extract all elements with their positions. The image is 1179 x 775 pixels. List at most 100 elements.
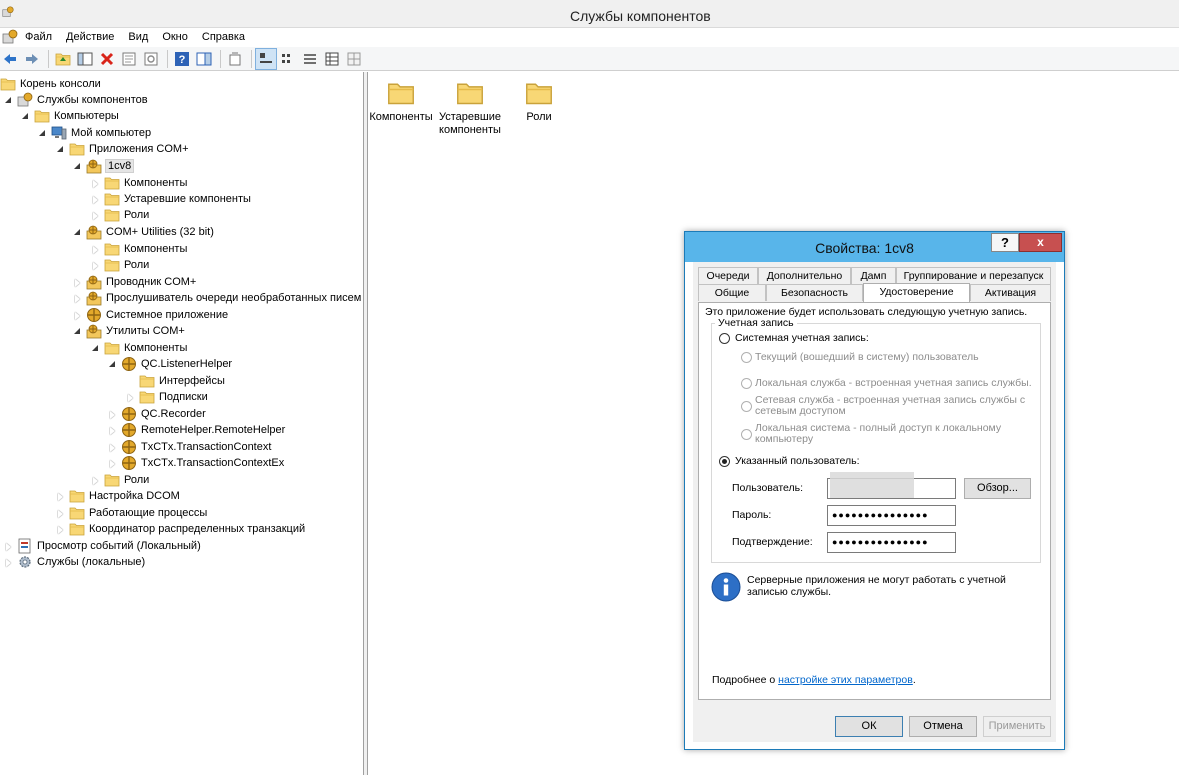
tab-advanced[interactable]: Дополнительно [758, 267, 851, 284]
menu-window[interactable]: Окно [155, 28, 195, 46]
tab-queuing[interactable]: Очереди [698, 267, 758, 284]
pane-splitter[interactable] [364, 72, 368, 775]
collapse-arrow-icon[interactable] [56, 509, 65, 518]
collapse-arrow-icon[interactable] [108, 459, 117, 468]
tree-node-com-explorer[interactable]: Проводник COM+ [73, 274, 196, 290]
collapse-arrow-icon[interactable] [126, 393, 135, 402]
expand-arrow-icon[interactable] [21, 112, 30, 121]
collapse-arrow-icon[interactable] [91, 245, 100, 254]
confirm-password-field[interactable]: ●●●●●●●●●●●●●●● [827, 532, 956, 553]
collapse-arrow-icon[interactable] [56, 492, 65, 501]
tree-node-computers[interactable]: Компьютеры [21, 108, 119, 124]
network-service-radio[interactable] [741, 401, 752, 412]
large-icons-view-icon[interactable] [255, 47, 277, 70]
close-button[interactable]: x [1019, 233, 1062, 252]
tree-node-qc-listenerhelper[interactable]: QC.ListenerHelper [108, 356, 232, 372]
properties-icon[interactable] [119, 49, 139, 69]
password-field[interactable]: ●●●●●●●●●●●●●●● [827, 505, 956, 526]
tile-view-icon[interactable] [344, 49, 364, 69]
tab-security[interactable]: Безопасность [766, 284, 863, 301]
collapse-arrow-icon[interactable] [91, 179, 100, 188]
menu-help[interactable]: Справка [195, 28, 252, 46]
expand-arrow-icon[interactable] [73, 162, 82, 171]
collapse-arrow-icon[interactable] [56, 525, 65, 534]
expand-arrow-icon[interactable] [56, 145, 65, 154]
collapse-arrow-icon[interactable] [108, 443, 117, 452]
tree-node-dcom-config[interactable]: Настройка DCOM [56, 488, 180, 504]
collapse-arrow-icon[interactable] [91, 211, 100, 220]
tree-node-1cv8[interactable]: 1cv8 [73, 158, 135, 174]
tree-node-components[interactable]: Компоненты [91, 175, 187, 191]
small-icons-view-icon[interactable] [278, 49, 298, 69]
expand-arrow-icon[interactable] [108, 360, 117, 369]
show-hide-tree-icon[interactable] [75, 49, 95, 69]
help-icon[interactable]: ? [172, 49, 192, 69]
refresh-icon[interactable] [141, 49, 161, 69]
local-service-radio[interactable] [741, 378, 752, 389]
help-button[interactable]: ? [991, 233, 1019, 252]
expand-arrow-icon[interactable] [73, 228, 82, 237]
browse-button[interactable]: Обзор... [964, 478, 1031, 499]
local-system-radio[interactable] [741, 429, 752, 440]
collapse-arrow-icon[interactable] [73, 311, 82, 320]
tree-node-com-applications[interactable]: Приложения COM+ [56, 141, 189, 157]
tab-activation[interactable]: Активация [970, 284, 1051, 301]
menu-file[interactable]: Файл [18, 28, 59, 46]
menu-view[interactable]: Вид [121, 28, 155, 46]
tree-node-transactioncontextex[interactable]: TxCTx.TransactionContextEx [108, 455, 284, 471]
tree-node-event-viewer[interactable]: Просмотр событий (Локальный) [4, 538, 201, 554]
tree-node-dtc[interactable]: Координатор распределенных транзакций [56, 521, 305, 537]
more-info-link[interactable]: настройке этих параметров [778, 674, 913, 686]
cancel-button[interactable]: Отмена [909, 716, 977, 737]
collapse-arrow-icon[interactable] [4, 558, 13, 567]
content-item-legacy-components[interactable]: Устаревшие компоненты [435, 79, 505, 137]
tree-node-legacy-components[interactable]: Устаревшие компоненты [91, 191, 251, 207]
collapse-arrow-icon[interactable] [91, 476, 100, 485]
system-account-radio[interactable] [719, 333, 730, 344]
tree-node-remotehelper[interactable]: RemoteHelper.RemoteHelper [108, 422, 285, 438]
tab-pooling-recycling[interactable]: Группирование и перезапуск [896, 267, 1051, 284]
system-menu-icon[interactable] [2, 29, 18, 45]
tab-general[interactable]: Общие [698, 284, 766, 301]
expand-arrow-icon[interactable] [91, 344, 100, 353]
tree-node-system-application[interactable]: Системное приложение [73, 307, 228, 323]
tree-node-running-processes[interactable]: Работающие процессы [56, 505, 207, 521]
tab-identity[interactable]: Удостоверение [863, 283, 970, 302]
tree-node-services-local[interactable]: Службы (локальные) [4, 554, 145, 570]
list-view-icon[interactable] [300, 49, 320, 69]
specified-user-radio[interactable] [719, 456, 730, 467]
forward-arrow-icon[interactable] [22, 49, 42, 69]
tree-node-subscriptions[interactable]: Подписки [126, 389, 208, 405]
collapse-arrow-icon[interactable] [4, 542, 13, 551]
tree-node-com-utilities-32[interactable]: COM+ Utilities (32 bit) [73, 224, 214, 240]
interactive-user-radio[interactable] [741, 352, 752, 363]
tab-dump[interactable]: Дамп [851, 267, 896, 284]
back-arrow-icon[interactable] [0, 49, 20, 69]
delete-icon[interactable] [97, 49, 117, 69]
content-item-roles[interactable]: Роли [504, 79, 574, 124]
tree-node-qc-recorder[interactable]: QC.Recorder [108, 406, 206, 422]
tree-node-roles[interactable]: Роли [91, 472, 149, 488]
collapse-arrow-icon[interactable] [108, 426, 117, 435]
tree-node-roles[interactable]: Роли [91, 207, 149, 223]
tree-node-interfaces[interactable]: Интерфейсы [126, 373, 225, 389]
tree-node-console-root[interactable]: Корень консоли [0, 76, 101, 92]
collapse-arrow-icon[interactable] [73, 294, 82, 303]
collapse-arrow-icon[interactable] [91, 261, 100, 270]
tree-node-components[interactable]: Компоненты [91, 241, 187, 257]
action-pane-icon[interactable] [194, 49, 214, 69]
tree-node-components[interactable]: Компоненты [91, 340, 187, 356]
tree-node-com-utilities[interactable]: Утилиты COM+ [73, 323, 185, 339]
expand-arrow-icon[interactable] [4, 96, 13, 105]
expand-arrow-icon[interactable] [73, 327, 82, 336]
content-item-components[interactable]: Компоненты [366, 79, 436, 124]
apply-button[interactable]: Применить [983, 716, 1051, 737]
expand-arrow-icon[interactable] [38, 129, 47, 138]
tree-node-component-services[interactable]: Службы компонентов [4, 92, 148, 108]
dialog-titlebar[interactable]: Свойства: 1cv8 ? x [685, 232, 1064, 262]
tree-node-transactioncontext[interactable]: TxCTx.TransactionContext [108, 439, 271, 455]
collapse-arrow-icon[interactable] [108, 410, 117, 419]
ok-button[interactable]: ОК [835, 716, 903, 737]
menu-action[interactable]: Действие [59, 28, 121, 46]
details-view-icon[interactable] [322, 49, 342, 69]
